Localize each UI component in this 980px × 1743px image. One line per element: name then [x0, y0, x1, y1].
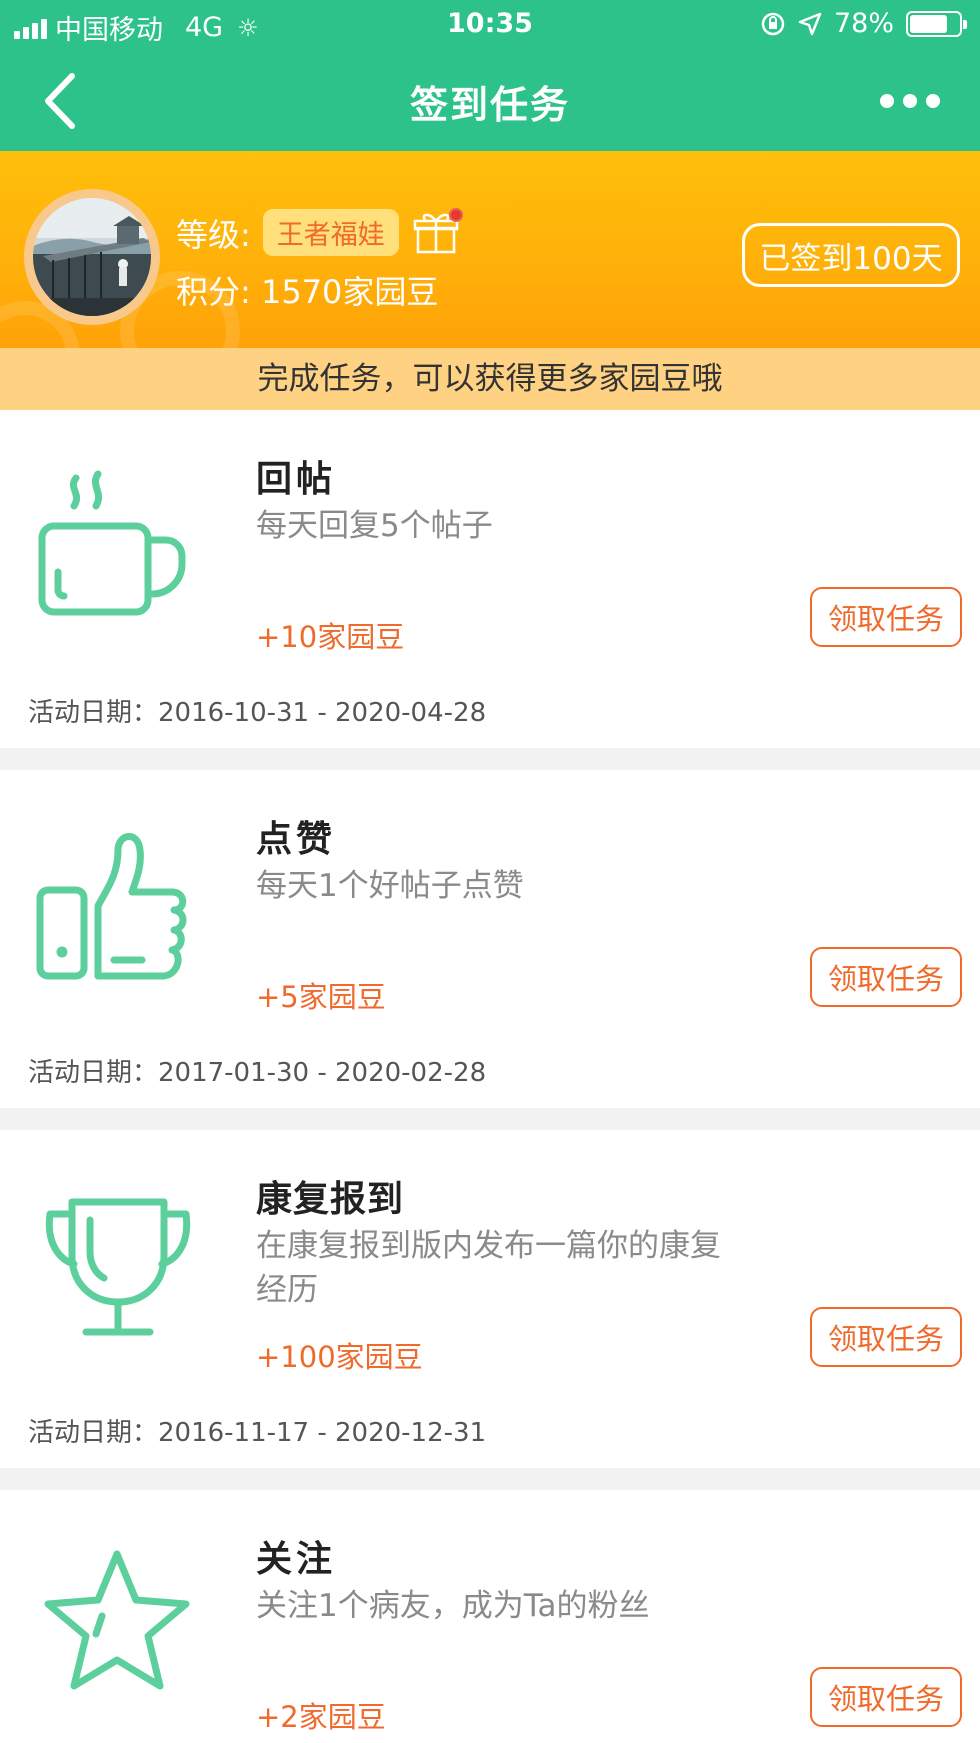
thumbs-up-icon — [36, 833, 187, 980]
status-bar-right: 78% — [760, 8, 967, 39]
points-label: 积分: — [176, 273, 251, 311]
task-description: 每天回复5个帖子 — [256, 508, 493, 544]
task-date: 活动日期：2016-11-17 - 2020-12-31 — [28, 1418, 487, 1448]
status-bar: 中国移动 4G ☼ 10:35 78% — [0, 0, 980, 50]
task-reward: +5家园豆 — [256, 980, 386, 1014]
checkin-days-button[interactable]: 已签到100天 — [742, 223, 960, 287]
gift-button[interactable] — [413, 207, 463, 256]
coffee-cup-icon — [38, 470, 186, 616]
battery-icon — [906, 10, 967, 37]
level-line: 等级: 王者福娃 — [176, 207, 463, 256]
nav-bar: 签到任务 — [0, 50, 980, 151]
claim-task-button[interactable]: 领取任务 — [810, 947, 962, 1007]
task-card-like: 点赞 每天1个好帖子点赞 +5家园豆 领取任务 活动日期：2017-01-30 … — [0, 770, 980, 1108]
battery-fill — [910, 14, 948, 33]
task-title: 康复报到 — [256, 1179, 405, 1220]
more-dot-icon — [880, 94, 894, 108]
task-description: 每天1个好帖子点赞 — [256, 868, 524, 904]
points-value: 1570家园豆 — [260, 273, 439, 311]
trophy-icon — [45, 1198, 191, 1336]
task-banner: 完成任务，可以获得更多家园豆哦 — [0, 348, 980, 410]
task-card-reply: 回帖 每天回复5个帖子 +10家园豆 领取任务 活动日期：2016-10-31 … — [0, 410, 980, 748]
location-arrow-icon — [798, 12, 822, 35]
task-date: 活动日期：2016-10-31 - 2020-04-28 — [28, 698, 487, 728]
page-title: 签到任务 — [409, 83, 570, 127]
task-date: 活动日期：2017-01-30 - 2020-02-28 — [28, 1058, 487, 1088]
task-reward: +100家园豆 — [256, 1340, 423, 1374]
claim-task-button[interactable]: 领取任务 — [810, 1307, 962, 1367]
more-dot-icon — [903, 94, 917, 108]
task-title: 回帖 — [256, 459, 337, 500]
avatar-image — [33, 198, 151, 316]
task-title: 点赞 — [256, 819, 337, 860]
level-badge: 王者福娃 — [262, 209, 399, 256]
more-dot-icon — [926, 94, 940, 108]
rotation-lock-icon — [761, 12, 785, 35]
task-title: 关注 — [256, 1539, 337, 1580]
task-card-rehab-report: 康复报到 在康复报到版内发布一篇你的康复经历 +100家园豆 领取任务 活动日期… — [0, 1130, 980, 1468]
avatar-photo — [33, 198, 151, 316]
task-description: 关注1个病友，成为Ta的粉丝 — [256, 1588, 650, 1624]
star-icon — [44, 1550, 190, 1690]
level-label: 等级: — [176, 215, 251, 254]
battery-percent: 78% — [833, 8, 894, 39]
task-card-follow: 关注 关注1个病友，成为Ta的粉丝 +2家园豆 领取任务 — [0, 1490, 980, 1743]
claim-task-button[interactable]: 领取任务 — [810, 1667, 962, 1727]
task-reward: +10家园豆 — [256, 620, 405, 654]
profile-header: 等级: 王者福娃 积分: 1570家园豆 已签到100天 — [0, 151, 980, 348]
notification-dot — [448, 207, 463, 222]
task-reward: +2家园豆 — [256, 1700, 386, 1734]
task-description: 在康复报到版内发布一篇你的康复经历 — [256, 1228, 721, 1308]
claim-task-button[interactable]: 领取任务 — [810, 587, 962, 647]
points-line: 积分: 1570家园豆 — [176, 267, 438, 313]
more-options-button[interactable] — [860, 86, 960, 116]
avatar[interactable] — [24, 189, 160, 325]
